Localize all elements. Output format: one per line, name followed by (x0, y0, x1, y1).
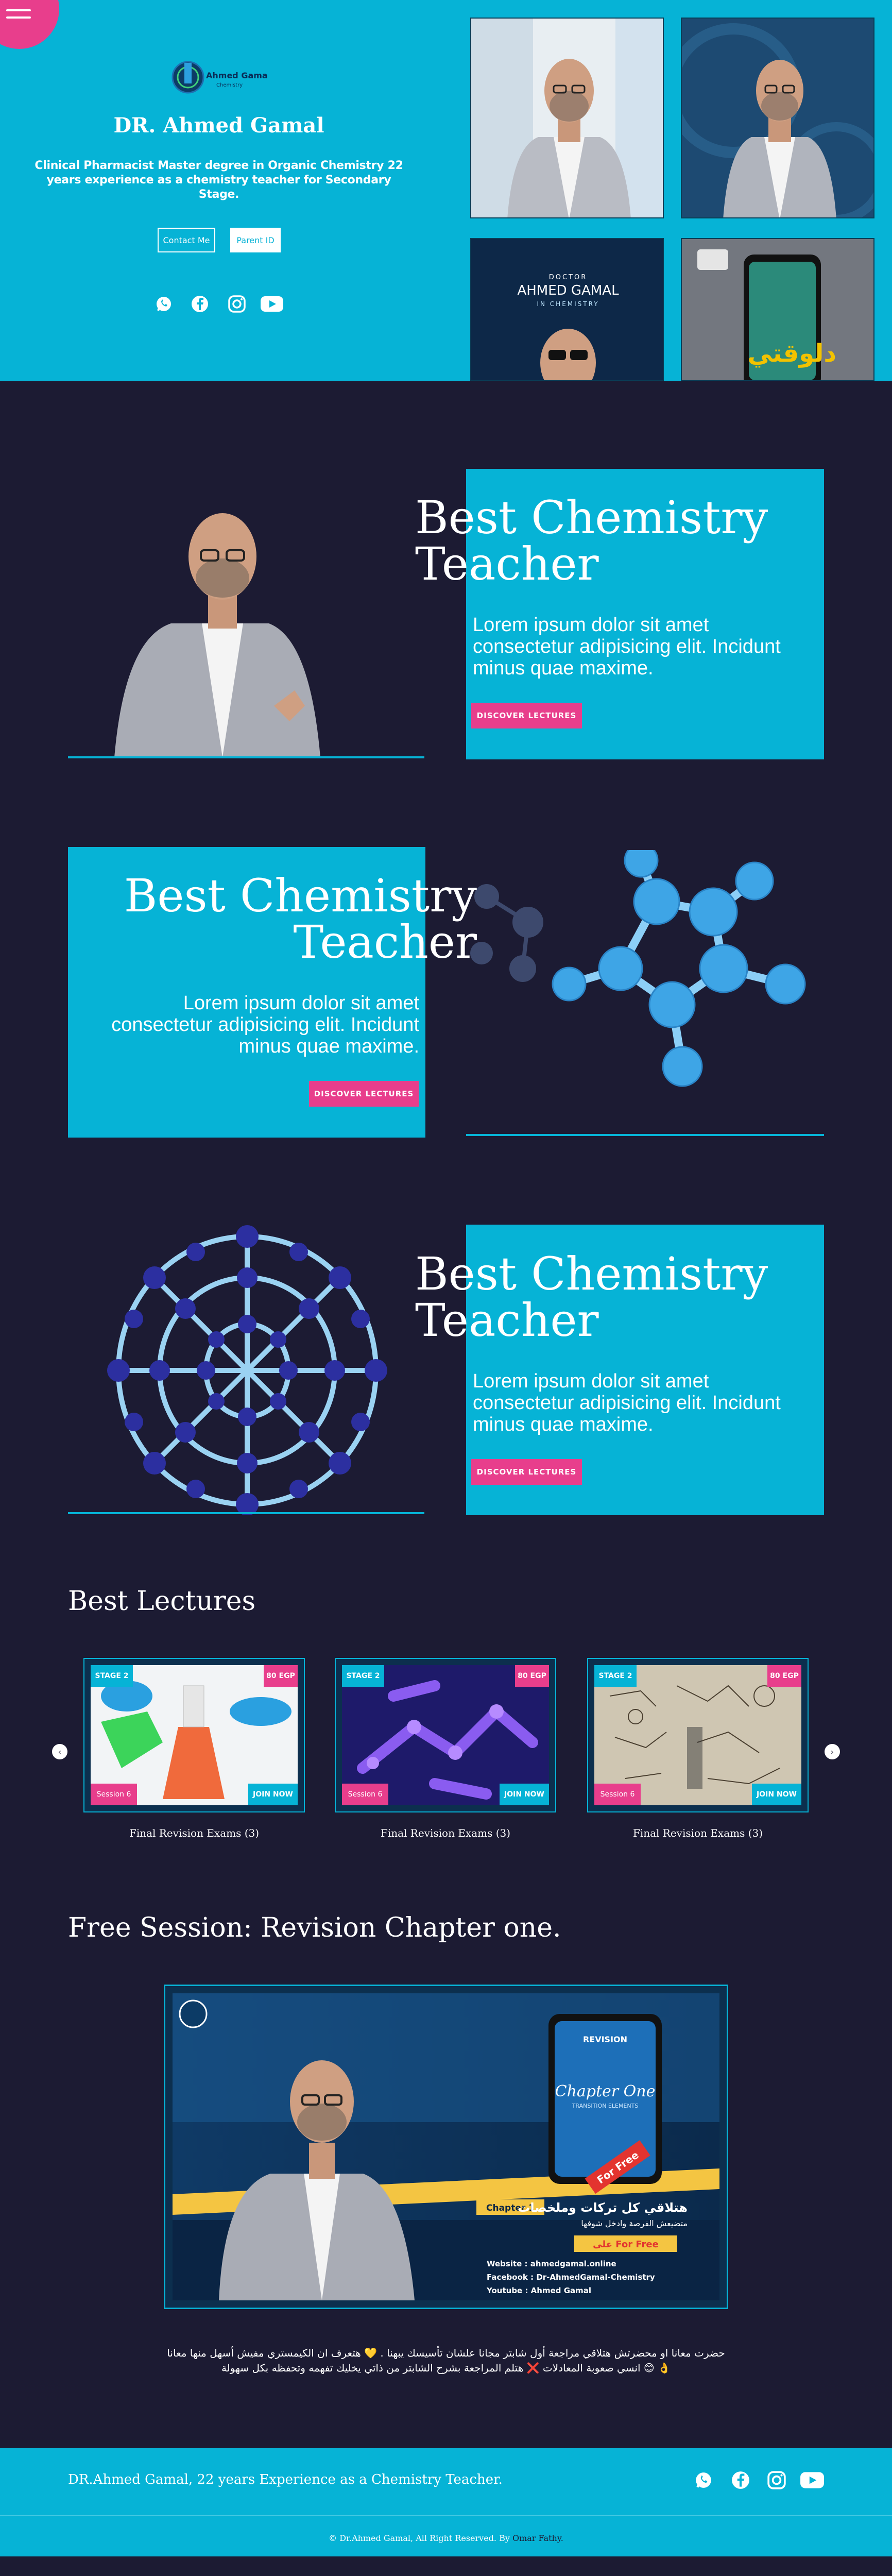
hero-photo-2 (681, 18, 874, 218)
poster-free-arabic: على For Free (593, 2239, 659, 2250)
lecture-2-caption: Final Revision Exams (3) (380, 1827, 511, 1839)
lecture-card-3[interactable]: STAGE 2 80 EGP Session 6 JOIN NOW (587, 1658, 809, 1812)
lecture-1-join-button[interactable]: JOIN NOW (248, 1784, 298, 1805)
feature2-image (466, 850, 824, 1133)
hero-title: DR. Ahmed Gamal (113, 113, 324, 138)
footer-instagram-icon[interactable] (766, 2470, 787, 2490)
poster-arabic-1: هتلاقي كل تركات وملخصات (518, 2200, 688, 2215)
next-arrow-button[interactable]: › (825, 1744, 840, 1759)
lecture-card-1[interactable]: STAGE 2 80 EGP Session 6 JOIN NOW (83, 1658, 305, 1812)
poster-transition: TRANSITION ELEMENTS (572, 2103, 639, 2109)
thumb3-line3: IN CHEMISTRY (537, 300, 599, 308)
feature3-image (93, 1221, 412, 1515)
feature1-discover-button[interactable]: DISCOVER LECTURES (471, 703, 582, 728)
lecture-2-stage: STAGE 2 (342, 1665, 384, 1687)
feature3-underline (68, 1512, 424, 1514)
footer-tagline: DR.Ahmed Gamal, 22 years Experience as a… (68, 2472, 503, 2487)
logo-text: Ahmed Gamal (206, 71, 268, 80)
feature1-text: Lorem ipsum dolor sit amet consectetur a… (473, 614, 781, 679)
hero-photo-1 (470, 18, 664, 218)
logo-sub: Chemistry (216, 82, 243, 88)
footer-divider (0, 2515, 892, 2516)
hero-subtitle: Clinical Pharmacist Master degree in Org… (35, 159, 403, 201)
free-session-video[interactable]: REVISION Chapter One TRANSITION ELEMENTS… (164, 1985, 728, 2309)
feature3-title: Best Chemistry Teacher (415, 1247, 768, 1347)
feature1-image (68, 464, 423, 757)
feature1-title: Best Chemistry Teacher (415, 491, 768, 590)
footer: DR.Ahmed Gamal, 22 years Experience as a… (0, 2448, 892, 2556)
copyright-author-link[interactable]: Omar Fathy. (512, 2533, 563, 2543)
feature1-underline (68, 756, 424, 758)
menu-button[interactable] (0, 0, 59, 49)
lecture-1-caption: Final Revision Exams (3) (129, 1827, 260, 1839)
best-lectures-heading: Best Lectures (68, 1586, 256, 1617)
poster-arabic-2: متضيعش الفرصة وادخل شوفها (581, 2218, 688, 2229)
lecture-1-stage: STAGE 2 (91, 1665, 133, 1687)
poster-facebook: Facebook : Dr-AhmedGamal-Chemistry (487, 2273, 655, 2282)
free-session-heading: Free Session: Revision Chapter one. (68, 1912, 561, 1943)
lecture-3-stage: STAGE 2 (594, 1665, 637, 1687)
free-session-description-1: حضرت معانا او محضرتش هتلاقي مراجعة أول ش… (167, 2347, 725, 2359)
poster-youtube: Youtube : Ahmed Gamal (486, 2286, 591, 2295)
thumb3-line1: DOCTOR (549, 274, 588, 281)
lecture-1-price: 80 EGP (264, 1665, 298, 1687)
lecture-card-2[interactable]: STAGE 2 80 EGP Session 6 JOIN NOW (335, 1658, 556, 1812)
feature2-underline (466, 1134, 824, 1136)
parent-id-button[interactable]: Parent ID (230, 228, 281, 252)
feature2-text: Lorem ipsum dolor sit amet consectetur a… (111, 992, 419, 1057)
thumb3-line2: AHMED GAMAL (517, 283, 619, 298)
lecture-3-session: Session 6 (594, 1784, 641, 1805)
logo: Ahmed Gamal Chemistry (165, 58, 270, 99)
poster-website: Website : ahmedgamal.online (487, 2259, 616, 2268)
footer-facebook-icon[interactable] (730, 2470, 751, 2490)
lecture-2-session: Session 6 (342, 1784, 388, 1805)
lecture-3-caption: Final Revision Exams (3) (632, 1827, 763, 1839)
facebook-icon[interactable] (190, 294, 210, 314)
lecture-2-join-button[interactable]: JOIN NOW (500, 1784, 549, 1805)
feature3-text: Lorem ipsum dolor sit amet consectetur a… (473, 1370, 781, 1435)
hero-section: Ahmed Gamal Chemistry DR. Ahmed Gamal Cl… (0, 0, 892, 381)
copyright-text: © Dr.Ahmed Gamal, All Right Reserved. By (329, 2533, 510, 2543)
footer-whatsapp-icon[interactable] (693, 2470, 714, 2490)
footer-copyright: © Dr.Ahmed Gamal, All Right Reserved. By… (0, 2533, 892, 2543)
poster-revision: REVISION (583, 2035, 627, 2044)
feature2-discover-button[interactable]: DISCOVER LECTURES (309, 1081, 419, 1107)
prev-arrow-button[interactable]: ‹ (52, 1744, 67, 1759)
hero-photo-3: DOCTOR AHMED GAMAL IN CHEMISTRY (470, 238, 664, 381)
instagram-icon[interactable] (227, 294, 247, 314)
lecture-1-session: Session 6 (91, 1784, 137, 1805)
contact-me-button[interactable]: Contact Me (158, 228, 215, 252)
poster-chapter: Chapter One (555, 2082, 656, 2100)
feature2-title: Best Chemistry Teacher (124, 869, 477, 969)
thumb4-text: دلوقتي (748, 339, 836, 368)
lecture-2-price: 80 EGP (515, 1665, 549, 1687)
youtube-icon[interactable] (260, 294, 284, 314)
hero-photo-4: دلوقتي (681, 238, 874, 381)
whatsapp-icon[interactable] (153, 294, 174, 314)
footer-youtube-icon[interactable] (799, 2470, 825, 2490)
lecture-3-price: 80 EGP (767, 1665, 801, 1687)
free-session-description-2: 👌 😊 انسي صعوبة المعادلات ❌ هتلم المراجعة… (221, 2362, 671, 2374)
feature3-discover-button[interactable]: DISCOVER LECTURES (471, 1459, 582, 1485)
lecture-3-join-button[interactable]: JOIN NOW (752, 1784, 801, 1805)
